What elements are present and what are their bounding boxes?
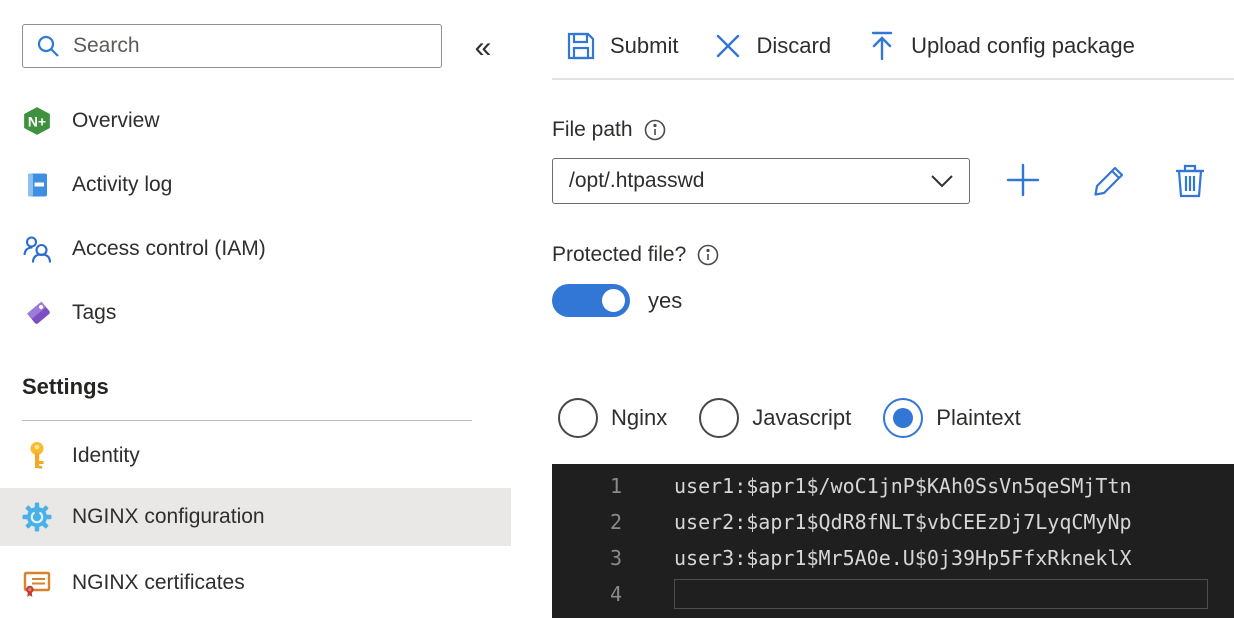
sidebar-item-label: Overview [72, 109, 160, 132]
radio-javascript[interactable]: Javascript [699, 398, 851, 438]
info-icon[interactable] [643, 118, 667, 142]
sidebar-item-label: Identity [72, 444, 140, 467]
config-code-editor[interactable]: 1 user1:$apr1$/woC1jnP$KAh0SsVn5qeSMjTtn… [552, 464, 1234, 618]
chevron-down-icon [931, 174, 953, 188]
sidebar-item-nginx-certificates[interactable]: NGINX certificates [0, 558, 511, 608]
upload-icon [867, 30, 897, 62]
line-number: 2 [609, 510, 622, 534]
sidebar-item-label: Tags [72, 301, 117, 324]
radio-label: Plaintext [936, 405, 1021, 430]
editor-line-current[interactable]: 4 [552, 576, 1234, 612]
discard-label: Discard [756, 33, 832, 58]
settings-section-heading: Settings [22, 374, 109, 399]
info-icon[interactable] [696, 243, 720, 267]
line-number: 3 [609, 546, 622, 570]
radio-label: Nginx [611, 405, 668, 430]
sidebar-item-label: NGINX certificates [72, 571, 245, 594]
radio-circle [699, 398, 740, 438]
tag-icon [22, 298, 52, 328]
submit-label: Submit [610, 33, 679, 58]
key-icon [22, 441, 52, 471]
sidebar-item-overview[interactable]: N+ Overview [0, 96, 511, 146]
syntax-radio-group: Nginx Javascript Plaintext [558, 398, 1021, 438]
line-content[interactable]: user1:$apr1$/woC1jnP$KAh0SsVn5qeSMjTtn [674, 474, 1132, 498]
sidebar-item-label: Access control (IAM) [72, 237, 266, 260]
settings-divider [22, 420, 472, 421]
svg-text:N+: N+ [28, 113, 46, 129]
radio-circle [558, 398, 598, 438]
pencil-icon [1092, 162, 1128, 198]
add-file-button[interactable] [1001, 158, 1045, 202]
sidebar-item-nginx-configuration[interactable]: NGINX configuration [0, 488, 511, 546]
editor-line[interactable]: 2 user2:$apr1$QdR8fNLT$vbCEEzDj7LyqCMyNp [552, 504, 1234, 540]
close-icon [714, 32, 742, 60]
line-number: 1 [609, 474, 622, 498]
sidebar-item-tags[interactable]: Tags [0, 288, 511, 338]
search-input[interactable] [73, 34, 429, 58]
search-box[interactable] [22, 24, 442, 68]
file-path-dropdown[interactable]: /opt/.htpasswd [552, 158, 970, 204]
toolbar-divider [552, 78, 1234, 80]
people-icon [22, 234, 52, 264]
line-number: 4 [609, 582, 622, 606]
radio-circle [883, 398, 924, 438]
current-line-highlight[interactable] [674, 579, 1208, 609]
sidebar-item-access-control[interactable]: Access control (IAM) [0, 224, 511, 274]
editor-line[interactable]: 3 user3:$apr1$Mr5A0e.U$0j39Hp5FfxRkneklX [552, 540, 1234, 576]
submit-button[interactable]: Submit [566, 31, 678, 61]
upload-label: Upload config package [911, 33, 1135, 58]
protected-file-label: Protected file? [552, 243, 687, 266]
upload-config-package-button[interactable]: Upload config package [867, 30, 1135, 62]
save-icon [566, 31, 596, 61]
collapse-sidebar-icon[interactable]: « [462, 28, 504, 68]
sidebar-item-label: Activity log [72, 173, 173, 196]
gear-icon [22, 502, 52, 532]
edit-file-button[interactable] [1088, 158, 1132, 202]
radio-nginx[interactable]: Nginx [558, 398, 667, 438]
sidebar: « N+ Overview Activity log [0, 0, 511, 618]
command-bar: Submit Discard Upload config package [566, 24, 1135, 68]
file-path-label: File path [552, 118, 633, 141]
protected-file-label-row: Protected file? [552, 243, 720, 267]
sidebar-item-identity[interactable]: Identity [0, 431, 511, 481]
plus-icon [1005, 162, 1041, 198]
radio-plaintext[interactable]: Plaintext [883, 398, 1021, 438]
file-path-value: /opt/.htpasswd [569, 169, 705, 192]
discard-button[interactable]: Discard [714, 32, 831, 60]
toggle-knob [602, 289, 625, 312]
toggle-state-label: yes [648, 288, 683, 313]
editor-line[interactable]: 1 user1:$apr1$/woC1jnP$KAh0SsVn5qeSMjTtn [552, 468, 1234, 504]
delete-file-button[interactable] [1168, 158, 1212, 202]
sidebar-item-label: NGINX configuration [72, 505, 265, 528]
nginx-plus-icon: N+ [22, 106, 52, 136]
sidebar-item-activity-log[interactable]: Activity log [0, 160, 511, 210]
trash-icon [1173, 162, 1207, 198]
certificate-icon [22, 568, 52, 598]
line-content[interactable]: user3:$apr1$Mr5A0e.U$0j39Hp5FfxRkneklX [674, 546, 1132, 570]
protected-file-toggle[interactable] [552, 284, 630, 317]
search-icon [35, 33, 61, 59]
line-content[interactable]: user2:$apr1$QdR8fNLT$vbCEEzDj7LyqCMyNp [674, 510, 1132, 534]
radio-label: Javascript [752, 405, 852, 430]
file-path-label-row: File path [552, 118, 667, 142]
book-icon [22, 170, 52, 200]
